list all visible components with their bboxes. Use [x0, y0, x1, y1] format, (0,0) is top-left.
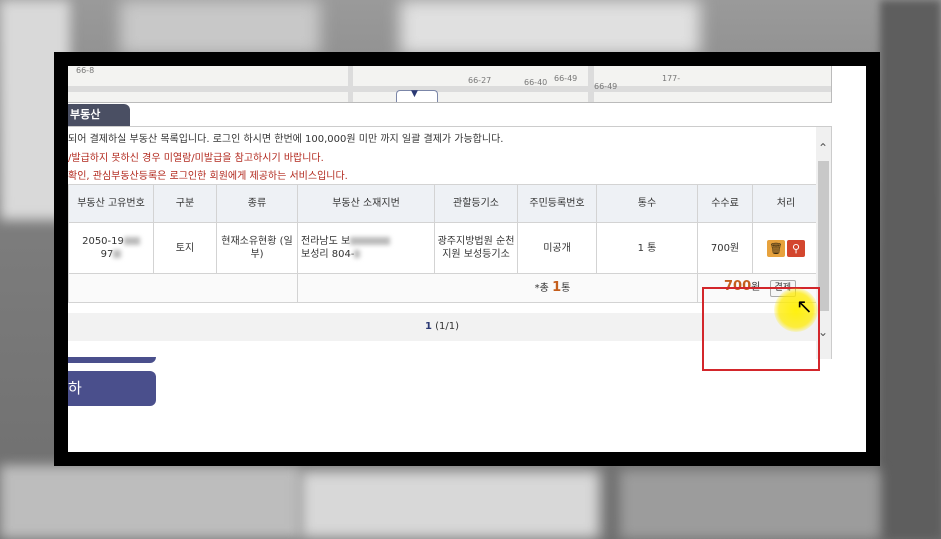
kind-cell: 현재소유현황 (일부) — [216, 222, 298, 274]
map-label: 66-49 — [594, 82, 618, 91]
col-header: 구분 — [153, 184, 217, 223]
resident-no-cell: 미공개 — [517, 222, 597, 274]
copies-cell: 1 통 — [596, 222, 698, 274]
notice-text: 확인, 관심부동산등록은 로그인한 회원에게 제공하는 서비스입니다. — [68, 171, 348, 182]
property-id-part: 97 — [100, 249, 114, 260]
col-header: 부동산 소재지번 — [297, 184, 435, 223]
registry-cell: 광주지방법원 순천지원 보성등기소 — [434, 222, 518, 274]
chevron-up-icon[interactable]: ⌃ — [818, 141, 828, 155]
map-collapse-button[interactable]: ▼ — [396, 89, 438, 102]
table-header-row: 부동산 고유번호 구분 종류 부동산 소재지번 관할등기소 주민등록번호 통수 … — [68, 184, 820, 223]
map-label: 66-49 — [554, 74, 578, 83]
redacted-mark — [113, 250, 122, 258]
notice-text: /발급하지 못하신 경우 미열람/미발급을 참고하시기 바랍니다. — [68, 153, 324, 164]
col-header: 관할등기소 — [434, 184, 518, 223]
page-current[interactable]: 1 — [425, 321, 432, 332]
address-part: 보성리 804- — [301, 249, 355, 260]
col-header: 통수 — [596, 184, 698, 223]
browser-viewport: 66-8 66-27 66-40 66-49 66-49 177- ▼ 부동산 … — [68, 66, 866, 452]
table-row: 2050-19 97 토지 현재소유현황 (일부) 전라남도 보 보성리 804… — [68, 222, 820, 274]
button-edge — [68, 357, 156, 363]
map-view[interactable]: 66-8 66-27 66-40 66-49 66-49 177- ▼ — [68, 66, 832, 103]
col-header: 종류 — [216, 184, 298, 223]
property-id-part: 2050-19 — [82, 236, 124, 247]
trash-icon[interactable]: 🗑 — [767, 239, 785, 257]
fee-cell: 700원 — [697, 222, 753, 274]
tab-real-estate[interactable]: 부동산 — [68, 104, 130, 126]
address-part: 전라남도 보 — [301, 236, 351, 247]
mouse-cursor-icon: ↖ — [796, 294, 813, 318]
col-header: 수수료 — [697, 184, 753, 223]
property-table: 부동산 고유번호 구분 종류 부동산 소재지번 관할등기소 주민등록번호 통수 … — [68, 184, 820, 303]
payment-list-panel: 되어 결제하실 부동산 목록입니다. 로그인 하시면 한번에 100,000원 … — [68, 126, 832, 371]
map-label: 66-40 — [524, 78, 548, 87]
redacted-mark — [354, 250, 361, 258]
col-header: 주민등록번호 — [517, 184, 597, 223]
total-count-value: 1 — [552, 280, 562, 295]
redacted-mark — [123, 237, 140, 245]
map-label: 66-27 — [468, 76, 492, 85]
type-cell: 토지 — [153, 222, 217, 274]
notice-text: 되어 결제하실 부동산 목록입니다. 로그인 하시면 한번에 100,000원 … — [68, 134, 504, 145]
map-label: 66-8 — [76, 66, 95, 75]
col-header: 부동산 고유번호 — [68, 184, 154, 223]
search-icon[interactable]: ⚲ — [787, 239, 805, 257]
total-count: *총 1통 — [297, 273, 698, 303]
total-label: *총 — [534, 283, 549, 294]
page-range: (1/1) — [435, 321, 460, 332]
col-header: 처리 — [752, 184, 820, 223]
submit-button[interactable]: 하 — [68, 371, 156, 406]
action-cell: 🗑 ⚲ — [752, 222, 820, 274]
chevron-down-icon: ▼ — [411, 89, 418, 99]
property-id-cell: 2050-19 97 — [68, 222, 154, 274]
total-count-unit: 통 — [561, 283, 571, 294]
map-label: 177- — [662, 74, 681, 83]
address-cell: 전라남도 보 보성리 804- — [297, 222, 435, 274]
redacted-mark — [350, 237, 391, 245]
